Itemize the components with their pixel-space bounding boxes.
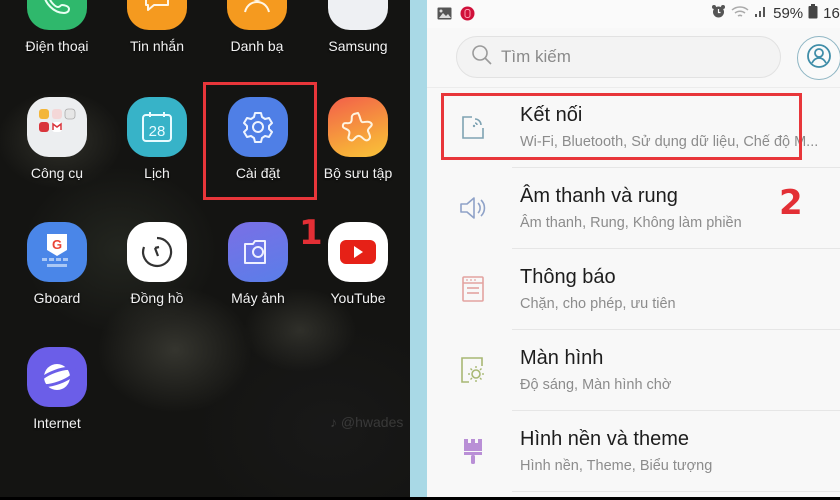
app-label: Samsung bbox=[328, 38, 388, 54]
panel-divider bbox=[410, 0, 427, 497]
item-subtitle: Âm thanh, Rung, Không làm phiền bbox=[520, 215, 742, 231]
app-messages[interactable]: Tin nhắn bbox=[107, 0, 207, 54]
wifi-icon bbox=[731, 5, 749, 23]
account-button[interactable] bbox=[797, 36, 840, 80]
item-subtitle: Chặn, cho phép, ưu tiên bbox=[520, 296, 676, 312]
battery-icon bbox=[808, 4, 818, 23]
phone-icon bbox=[27, 0, 87, 30]
app-label: Công cụ bbox=[30, 165, 84, 181]
calendar-day: 28 bbox=[149, 123, 166, 140]
item-title: Màn hình bbox=[520, 347, 604, 369]
wallpaper-theme-icon bbox=[458, 436, 488, 466]
connections-highlight-box bbox=[441, 93, 802, 160]
settings-item-notifications[interactable]: Thông báo Chặn, cho phép, ưu tiên bbox=[427, 250, 840, 330]
app-label: Máy ảnh bbox=[231, 290, 285, 306]
settings-highlight-box bbox=[203, 82, 317, 200]
sound-icon bbox=[458, 193, 488, 223]
app-gallery[interactable]: Bộ sưu tập bbox=[308, 97, 408, 181]
home-screen: Điện thoại Tin nhắn Danh bạ Samsung Công… bbox=[0, 0, 410, 497]
app-phone[interactable]: Điện thoại bbox=[7, 0, 107, 54]
row-divider bbox=[512, 410, 840, 411]
app-label: Bộ sưu tập bbox=[323, 165, 393, 181]
app-label: YouTube bbox=[330, 290, 386, 306]
status-bar: 59% 16: bbox=[427, 0, 840, 28]
app-camera[interactable]: Máy ảnh bbox=[208, 222, 308, 306]
message-icon bbox=[127, 0, 187, 30]
app-notification-icon bbox=[460, 6, 475, 26]
battery-level: 59% bbox=[773, 5, 804, 22]
search-input[interactable] bbox=[499, 46, 763, 68]
display-icon bbox=[458, 355, 488, 385]
settings-item-display[interactable]: Màn hình Độ sáng, Màn hình chờ bbox=[427, 331, 840, 411]
row-divider bbox=[512, 491, 840, 492]
notifications-icon bbox=[458, 274, 488, 304]
youtube-icon bbox=[328, 222, 388, 282]
row-divider bbox=[512, 167, 840, 168]
contacts-icon bbox=[227, 0, 287, 30]
samsung-folder-icon bbox=[328, 0, 388, 30]
item-subtitle: Độ sáng, Màn hình chờ bbox=[520, 377, 672, 393]
svg-text:G: G bbox=[52, 237, 62, 252]
signal-icon bbox=[754, 5, 768, 22]
gallery-notification-icon bbox=[437, 7, 452, 25]
item-subtitle: Hình nền, Theme, Biểu tượng bbox=[520, 458, 713, 474]
search-icon bbox=[471, 44, 493, 71]
gallery-flower-icon bbox=[328, 97, 388, 157]
step-number-1: 1 bbox=[299, 213, 323, 253]
app-samsung-folder[interactable]: Samsung bbox=[308, 0, 408, 54]
camera-icon bbox=[228, 222, 288, 282]
app-label: Lịch bbox=[144, 165, 170, 181]
app-label: Danh bạ bbox=[230, 38, 284, 54]
clock-icon bbox=[127, 222, 187, 282]
app-internet[interactable]: Internet bbox=[7, 347, 107, 431]
gboard-icon: G bbox=[27, 222, 87, 282]
app-label: Điện thoại bbox=[25, 38, 89, 54]
app-label: Gboard bbox=[33, 290, 81, 306]
settings-item-wallpaper-theme[interactable]: Hình nền và theme Hình nền, Theme, Biểu … bbox=[427, 412, 840, 492]
app-calendar[interactable]: 28 Lịch bbox=[107, 97, 207, 181]
tools-folder-icon bbox=[27, 97, 87, 157]
item-title: Hình nền và theme bbox=[520, 428, 689, 450]
calendar-icon: 28 bbox=[127, 97, 187, 157]
app-contacts[interactable]: Danh bạ bbox=[207, 0, 307, 54]
app-clock[interactable]: Đồng hồ bbox=[107, 222, 207, 306]
app-label: Đồng hồ bbox=[130, 290, 184, 306]
row-divider bbox=[512, 248, 840, 249]
app-label: Internet bbox=[33, 415, 81, 431]
search-bar[interactable] bbox=[456, 36, 781, 78]
item-title: Âm thanh và rung bbox=[520, 185, 678, 207]
app-youtube[interactable]: YouTube bbox=[308, 222, 408, 306]
internet-planet-icon bbox=[27, 347, 87, 407]
step-number-2: 2 bbox=[779, 183, 803, 223]
settings-screen: 59% 16: Kết nối Wi-Fi, Bluetooth, Sử dụn… bbox=[427, 0, 840, 497]
row-divider bbox=[512, 329, 840, 330]
app-tools-folder[interactable]: Công cụ bbox=[7, 97, 107, 181]
item-title: Thông báo bbox=[520, 266, 616, 288]
account-icon bbox=[806, 43, 832, 74]
app-gboard[interactable]: G Gboard bbox=[7, 222, 107, 306]
alarm-icon bbox=[711, 4, 726, 23]
watermark: ♪ @hwades bbox=[330, 414, 404, 430]
clock-time: 16: bbox=[823, 5, 840, 22]
app-label: Tin nhắn bbox=[130, 38, 184, 54]
